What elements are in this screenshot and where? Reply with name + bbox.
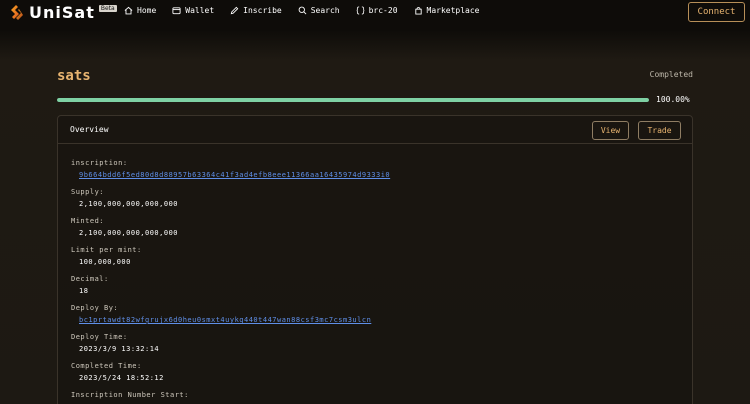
field-label: Deploy By: bbox=[71, 304, 119, 312]
nav-brc20[interactable]: brc-20 bbox=[356, 6, 398, 15]
nav-wallet[interactable]: Wallet bbox=[172, 6, 214, 15]
field-label: Deploy Time: bbox=[71, 333, 128, 341]
field-label: Decimal: bbox=[71, 275, 109, 283]
mint-progress-bar bbox=[57, 98, 649, 102]
status-label: Completed bbox=[649, 70, 693, 79]
nav-marketplace[interactable]: Marketplace bbox=[414, 6, 480, 15]
trade-button[interactable]: Trade bbox=[638, 121, 681, 140]
field-value: 2023/3/9 13:32:14 bbox=[79, 345, 160, 353]
overview-card-header: Overview View Trade bbox=[58, 116, 692, 144]
field-value: 2,100,000,000,000,000 bbox=[79, 229, 179, 237]
connect-button[interactable]: Connect bbox=[688, 2, 745, 22]
overview-title: Overview bbox=[70, 125, 109, 134]
overview-field: Decimal: 18 bbox=[71, 275, 390, 304]
field-label: inscription: bbox=[71, 159, 128, 167]
beta-badge: Beta bbox=[98, 5, 117, 12]
pen-icon bbox=[230, 6, 239, 15]
nav-inscribe-label: Inscribe bbox=[243, 6, 282, 15]
brackets-icon bbox=[356, 6, 364, 15]
overview-field: inscription: 9b664bdd6f5ed80d8d88957b6336… bbox=[71, 159, 390, 188]
brand-logo[interactable]: UniSat Beta bbox=[7, 3, 117, 22]
field-label: Inscription Number Start: bbox=[71, 391, 189, 399]
search-icon bbox=[298, 6, 307, 15]
nav-search-label: Search bbox=[310, 6, 340, 15]
home-icon bbox=[124, 6, 133, 15]
view-button[interactable]: View bbox=[592, 121, 629, 140]
field-value: 2,100,000,000,000,000 bbox=[79, 200, 179, 208]
field-value: 100,000,000 bbox=[79, 258, 131, 266]
overview-field: Deploy By: bc1prtawdt82wfgrujx6d0heu0smxt… bbox=[71, 304, 390, 333]
nav-inscribe[interactable]: Inscribe bbox=[230, 6, 282, 15]
field-label: Minted: bbox=[71, 217, 105, 225]
field-label: Completed Time: bbox=[71, 362, 142, 370]
field-label: Supply: bbox=[71, 188, 105, 196]
wallet-icon bbox=[172, 7, 181, 15]
field-value-link[interactable]: 9b664bdd6f5ed80d8d88957b63364c41f3ad4efb… bbox=[71, 171, 390, 179]
nav-home-label: Home bbox=[137, 6, 157, 15]
nav-wallet-label: Wallet bbox=[185, 6, 215, 15]
main-nav: Home Wallet Inscribe Search brc-20 Marke… bbox=[124, 6, 496, 15]
overview-field: Deploy Time: 2023/3/9 13:32:14 bbox=[71, 333, 390, 362]
nav-search[interactable]: Search bbox=[298, 6, 340, 15]
field-value: 18 bbox=[79, 287, 89, 295]
overview-field: Completed Time: 2023/5/24 18:52:12 bbox=[71, 362, 390, 391]
bag-icon bbox=[414, 7, 422, 15]
nav-home[interactable]: Home bbox=[124, 6, 156, 15]
unisat-logo-icon bbox=[11, 4, 23, 20]
field-value-link[interactable]: bc1prtawdt82wfgrujx6d0heu0smxt4uykq440t4… bbox=[71, 316, 390, 324]
top-header: UniSat Beta Home Wallet Inscribe Search … bbox=[0, 0, 750, 26]
field-label: Limit per mint: bbox=[71, 246, 142, 254]
mint-progress-percent: 100.00% bbox=[656, 95, 690, 104]
nav-brc20-label: brc-20 bbox=[368, 6, 398, 15]
brand-name: UniSat bbox=[29, 3, 95, 22]
overview-card: Overview View Trade inscription: 9b664bdd… bbox=[57, 115, 693, 404]
overview-field: Minted: 2,100,000,000,000,000 bbox=[71, 217, 390, 246]
overview-field: Limit per mint: 100,000,000 bbox=[71, 246, 390, 275]
overview-field: Inscription Number Start:4357097 bbox=[71, 391, 390, 404]
field-value: 2023/5/24 18:52:12 bbox=[79, 374, 164, 382]
mint-progress-fill bbox=[57, 98, 649, 102]
nav-marketplace-label: Marketplace bbox=[426, 6, 480, 15]
overview-fields: inscription: 9b664bdd6f5ed80d8d88957b6336… bbox=[71, 159, 390, 404]
token-title: sats bbox=[57, 68, 91, 84]
overview-field: Supply: 2,100,000,000,000,000 bbox=[71, 188, 390, 217]
